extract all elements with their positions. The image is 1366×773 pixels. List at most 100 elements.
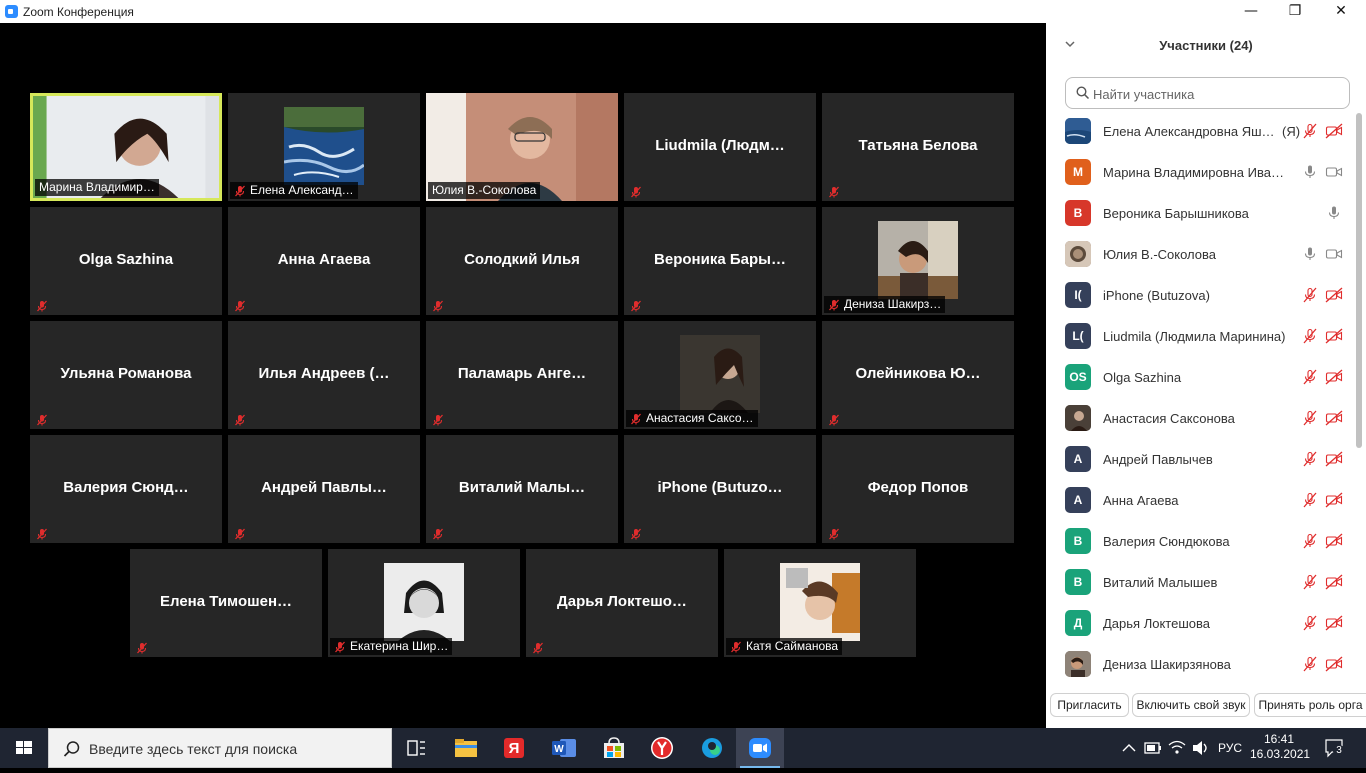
taskbar-clock[interactable]: 16:41 16.03.2021 [1250, 732, 1310, 762]
participant-row[interactable]: Юлия В.-Соколова [1046, 234, 1352, 275]
avatar: М [1065, 159, 1091, 185]
video-tile[interactable]: Виталий Малы… [426, 435, 618, 543]
video-tile[interactable]: Паламарь Анге… [426, 321, 618, 429]
video-tile[interactable]: Федор Попов [822, 435, 1014, 543]
video-tile[interactable]: Анастасия Саксо… [624, 321, 816, 429]
video-tile[interactable]: Анна Агаева [228, 207, 420, 315]
participant-row[interactable]: OS Olga Sazhina [1046, 357, 1352, 398]
minimize-button[interactable]: — [1228, 0, 1274, 23]
video-tile[interactable]: Андрей Павлы… [228, 435, 420, 543]
zoom-taskbar-button[interactable] [736, 728, 784, 768]
name-label: Елена Александ… [230, 182, 358, 199]
video-off-icon [1325, 328, 1343, 344]
video-tile[interactable]: Юлия В.-Соколова [426, 93, 618, 201]
avatar: В [1065, 200, 1091, 226]
network-icon[interactable] [1166, 728, 1188, 768]
task-view-button[interactable] [392, 728, 440, 768]
mic-muted-icon [234, 299, 246, 312]
mic-muted-icon [630, 185, 642, 198]
mic-muted-icon [828, 413, 840, 426]
notification-count: 3 [1333, 745, 1345, 757]
participant-name: Liudmila (Людмила Маринина) [1103, 329, 1286, 344]
participant-search[interactable] [1065, 77, 1350, 109]
participant-row[interactable]: А Андрей Павлычев [1046, 439, 1352, 480]
participant-name: Олейникова Ю… [855, 365, 981, 382]
video-camera-icon [1325, 246, 1343, 262]
avatar: А [1065, 446, 1091, 472]
gallery-view: Марина Владимир… Елена Александ… Юлия В.-С… [0, 23, 1046, 728]
video-tile[interactable]: Елена Тимошен… [130, 549, 322, 657]
participant-row[interactable]: Дениза Шакирзянова [1046, 644, 1352, 685]
maximize-button[interactable]: ❐ [1272, 0, 1318, 23]
language-indicator[interactable]: РУС [1218, 741, 1242, 755]
edge-button[interactable] [688, 728, 736, 768]
mic-muted-icon [234, 185, 246, 197]
video-tile[interactable]: Вероника Бары… [624, 207, 816, 315]
store-button[interactable] [590, 728, 638, 768]
file-explorer-button[interactable] [442, 728, 490, 768]
video-off-icon [1325, 574, 1343, 590]
participant-name: Ульяна Романова [60, 365, 192, 382]
start-button[interactable] [0, 728, 48, 768]
video-tile[interactable]: Катя Сайманова [724, 549, 916, 657]
video-tile[interactable]: Дарья Локтешо… [526, 549, 718, 657]
video-tile[interactable]: Валерия Сюнд… [30, 435, 222, 543]
participant-row[interactable]: I(iPhone (Butuzova) [1046, 275, 1352, 316]
video-tile[interactable]: Олейникова Ю… [822, 321, 1014, 429]
video-tile[interactable]: Марина Владимир… [30, 93, 222, 201]
mic-muted-icon [136, 641, 148, 654]
invite-button[interactable]: Пригласить [1050, 693, 1129, 717]
video-tile[interactable]: Татьяна Белова [822, 93, 1014, 201]
avatar: OS [1065, 364, 1091, 390]
mic-muted-icon [1302, 656, 1318, 672]
video-tile[interactable]: Дениза Шакирз… [822, 207, 1014, 315]
scrollbar-thumb[interactable] [1356, 113, 1362, 448]
profile-picture [780, 563, 860, 641]
mic-muted-icon [1302, 492, 1318, 508]
mic-muted-icon [1302, 287, 1318, 303]
participant-row[interactable]: А Анна Агаева [1046, 480, 1352, 521]
video-tile[interactable]: Olga Sazhina [30, 207, 222, 315]
video-tile[interactable]: Солодкий Илья [426, 207, 618, 315]
title-bar: Zoom Конференция — ❐ ✕ [0, 0, 1366, 23]
close-button[interactable]: ✕ [1318, 0, 1364, 23]
participant-row[interactable]: В Вероника Барышникова [1046, 193, 1352, 234]
participant-name: Дениза Шакирз… [844, 297, 942, 311]
participant-row[interactable]: Елена Александровна Яшк… (Я) [1046, 111, 1352, 152]
mic-muted-icon [334, 641, 346, 653]
mic-muted-icon [234, 413, 246, 426]
mic-muted-icon [432, 299, 444, 312]
unmute-self-button[interactable]: Включить свой звук [1132, 693, 1250, 717]
participant-row[interactable]: Анастасия Саксонова [1046, 398, 1352, 439]
participant-row[interactable]: В Валерия Сюндюкова [1046, 521, 1352, 562]
video-tile[interactable]: Ульяна Романова [30, 321, 222, 429]
participants-panel: Участники (24) Елена Александровна Яшк… (… [1046, 23, 1366, 728]
claim-host-button[interactable]: Принять роль орга [1254, 693, 1366, 717]
video-tile[interactable]: Елена Александ… [228, 93, 420, 201]
volume-icon[interactable] [1190, 728, 1212, 768]
participant-row[interactable]: М Марина Владимировна Иванк… [1046, 152, 1352, 193]
mic-muted-icon [432, 413, 444, 426]
video-off-icon [1325, 410, 1343, 426]
participant-row[interactable]: L(Liudmila (Людмила Маринина) [1046, 316, 1352, 357]
yandex-browser-button[interactable] [638, 728, 686, 768]
tray-chevron-up-icon[interactable] [1118, 728, 1140, 768]
taskbar-search[interactable]: Введите здесь текст для поиска [48, 728, 392, 768]
participant-row[interactable]: В Виталий Малышев [1046, 562, 1352, 603]
participant-name: Андрей Павлы… [261, 479, 387, 496]
yandex-button[interactable]: Я [490, 728, 538, 768]
participant-name: Илья Андреев (… [258, 365, 390, 382]
word-button[interactable]: W [540, 728, 588, 768]
video-off-icon [1325, 615, 1343, 631]
mic-muted-icon [730, 641, 742, 653]
notification-center-button[interactable]: 3 [1324, 738, 1346, 758]
video-tile[interactable]: iPhone (Butuzo… [624, 435, 816, 543]
search-input[interactable] [1093, 84, 1343, 104]
video-tile[interactable]: Илья Андреев (… [228, 321, 420, 429]
battery-icon[interactable] [1142, 728, 1164, 768]
video-tile[interactable]: Екатерина Шир… [328, 549, 520, 657]
panel-header: Участники (24) [1046, 23, 1366, 68]
video-tile[interactable]: Liudmila (Людм… [624, 93, 816, 201]
participant-name: Федор Попов [867, 479, 969, 496]
participant-row[interactable]: Д Дарья Локтешова [1046, 603, 1352, 644]
